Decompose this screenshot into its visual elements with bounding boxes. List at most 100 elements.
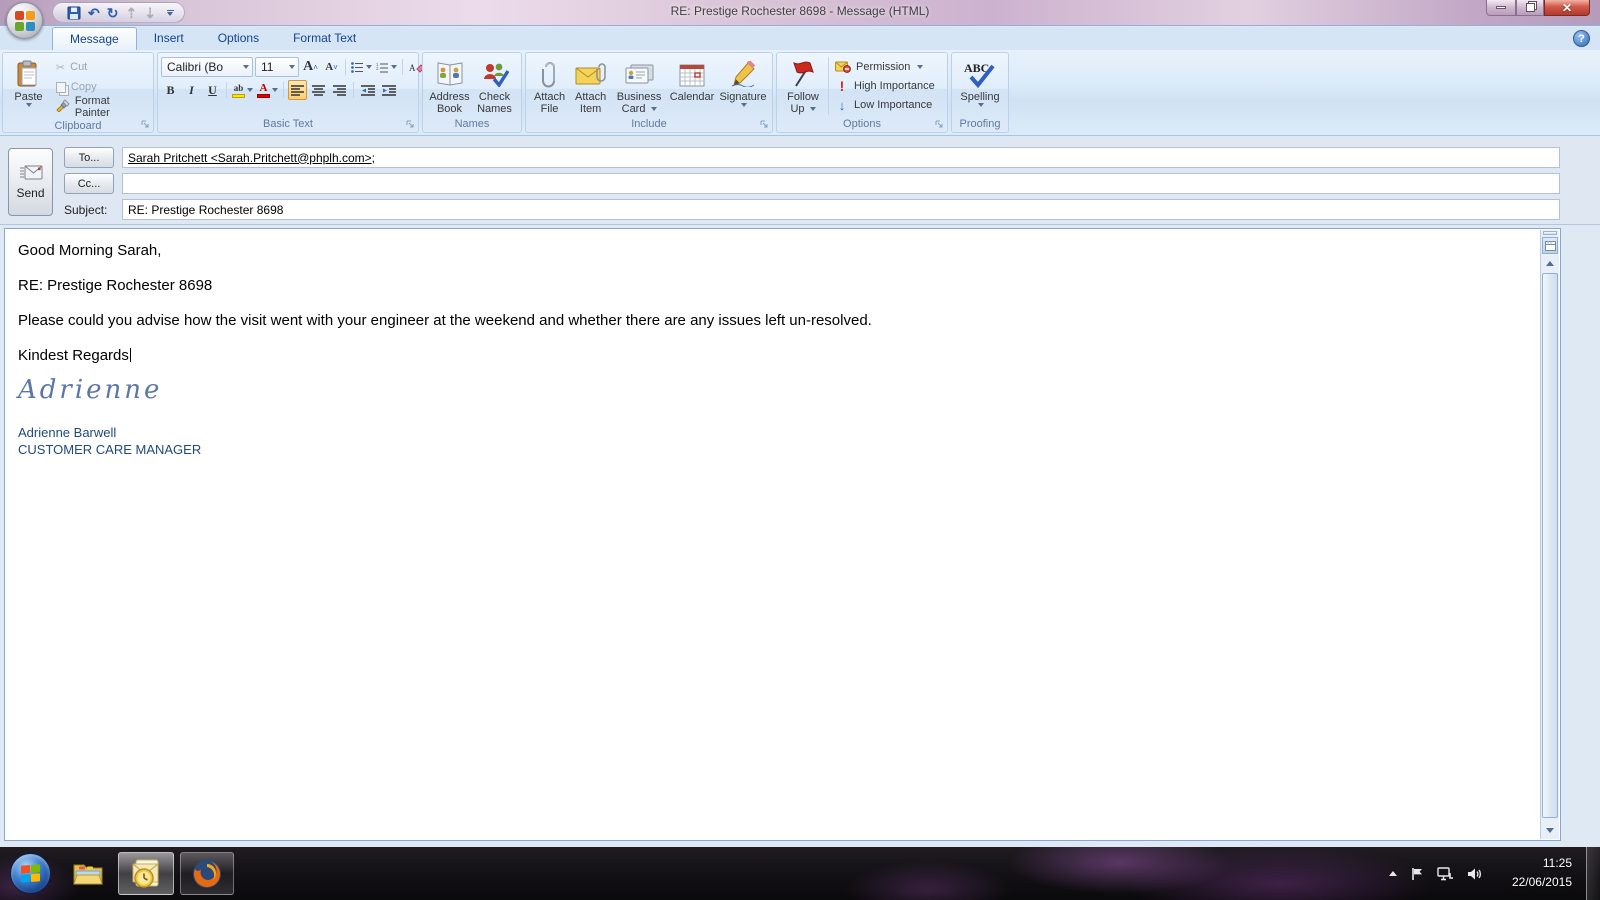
- font-size-combo[interactable]: 11: [255, 57, 299, 77]
- group-label-include: Include: [526, 117, 772, 132]
- scroll-down-icon[interactable]: [1542, 823, 1558, 838]
- ruler-toggle-icon: [1545, 241, 1556, 251]
- taskbar-explorer-button[interactable]: [66, 852, 112, 895]
- scroll-up-icon[interactable]: [1542, 256, 1558, 271]
- body-line-subject: RE: Prestige Rochester 8698: [18, 278, 1520, 293]
- vertical-scrollbar[interactable]: [1540, 230, 1559, 839]
- check-names-button[interactable]: Check Names: [473, 55, 516, 117]
- attach-item-icon: [575, 57, 607, 91]
- clipboard-dialog-launcher-icon[interactable]: [140, 119, 151, 130]
- signature-icon: [730, 57, 756, 91]
- grow-font-button[interactable]: A˄: [301, 57, 320, 77]
- align-left-button[interactable]: [288, 80, 307, 100]
- group-options: Follow Up Permission ! High Importance ↓: [776, 52, 948, 133]
- business-card-icon: [623, 57, 655, 91]
- to-button[interactable]: To...: [64, 147, 114, 168]
- highlight-dropdown-icon: [247, 88, 253, 92]
- include-dialog-launcher-icon[interactable]: [759, 119, 770, 130]
- cc-field[interactable]: [122, 173, 1560, 194]
- close-button[interactable]: ✕: [1544, 0, 1590, 16]
- signature-name: Adrienne Barwell: [18, 424, 1520, 441]
- numbering-icon: 12: [376, 62, 389, 73]
- office-button[interactable]: [6, 2, 43, 39]
- ribbon-tabs: Message Insert Options Format Text: [52, 27, 373, 50]
- tab-message[interactable]: Message: [52, 27, 137, 50]
- tab-insert[interactable]: Insert: [137, 27, 201, 50]
- body-text[interactable]: Good Morning Sarah, RE: Prestige Rochest…: [18, 243, 1520, 458]
- calendar-button[interactable]: Calendar: [667, 55, 717, 117]
- font-color-icon: A: [257, 83, 270, 98]
- minimize-button[interactable]: [1486, 0, 1516, 16]
- group-basic-text: Calibri (Bo 11 A˄ A˅ 12: [157, 52, 419, 133]
- explorer-icon: [72, 860, 106, 888]
- ruler-toggle-button[interactable]: [1542, 237, 1558, 254]
- action-center-flag-icon[interactable]: [1410, 867, 1424, 881]
- spelling-icon: ABC: [963, 57, 997, 91]
- align-center-button[interactable]: [309, 80, 328, 100]
- group-names: Address Book Check Names Names: [422, 52, 522, 133]
- italic-button[interactable]: I: [182, 80, 201, 100]
- message-body[interactable]: Good Morning Sarah, RE: Prestige Rochest…: [4, 228, 1561, 841]
- taskbar-clock[interactable]: 11:25 22/06/2015: [1512, 854, 1572, 892]
- show-desktop-button[interactable]: [1586, 847, 1600, 900]
- spelling-button[interactable]: ABC Spelling: [955, 55, 1005, 117]
- decrease-indent-button[interactable]: [358, 80, 377, 100]
- help-icon[interactable]: ?: [1573, 30, 1590, 47]
- permission-button[interactable]: Permission: [835, 57, 935, 76]
- group-include: Attach File Attach Item Business Card: [525, 52, 773, 133]
- shrink-font-button[interactable]: A˅: [322, 57, 341, 77]
- signature-script: Adrienne: [18, 383, 1520, 398]
- tab-format-text[interactable]: Format Text: [276, 27, 373, 50]
- basic-text-dialog-launcher-icon[interactable]: [405, 119, 416, 130]
- subject-field[interactable]: RE: Prestige Rochester 8698: [122, 199, 1560, 220]
- font-name-combo[interactable]: Calibri (Bo: [161, 57, 253, 77]
- send-button[interactable]: Send: [8, 148, 53, 216]
- business-card-button[interactable]: Business Card: [611, 55, 667, 117]
- underline-button[interactable]: U: [203, 80, 222, 100]
- taskbar-firefox-button[interactable]: [180, 852, 234, 895]
- start-button[interactable]: [10, 853, 51, 894]
- group-label-options: Options: [777, 117, 947, 132]
- paste-dropdown-icon: [26, 103, 32, 107]
- format-painter-button[interactable]: Format Painter: [53, 97, 148, 117]
- high-importance-button[interactable]: ! High Importance: [835, 76, 935, 95]
- office-logo-icon: [15, 11, 35, 31]
- text-cursor: [130, 348, 131, 362]
- numbering-button[interactable]: 12: [375, 57, 398, 77]
- bullets-button[interactable]: [350, 57, 373, 77]
- signature-button[interactable]: Signature: [717, 55, 769, 117]
- font-name-dropdown-icon: [243, 65, 249, 69]
- bold-button[interactable]: B: [161, 80, 180, 100]
- address-book-icon: [436, 57, 464, 91]
- increase-indent-button[interactable]: [379, 80, 398, 100]
- outlook-message-window: ↶ ↻ ⇡ ⇣ RE: Prestige Rochester 8698 - Me…: [0, 0, 1600, 900]
- font-color-button[interactable]: A: [256, 80, 279, 100]
- to-field[interactable]: Sarah Pritchett <Sarah.Pritchett@phplh.c…: [122, 147, 1560, 168]
- highlight-button[interactable]: ab: [231, 80, 254, 100]
- cc-button[interactable]: Cc...: [64, 173, 114, 194]
- attach-item-button[interactable]: Attach Item: [570, 55, 611, 117]
- options-dialog-launcher-icon[interactable]: [934, 119, 945, 130]
- align-right-button[interactable]: [330, 80, 349, 100]
- low-importance-button[interactable]: ↓ Low Importance: [835, 96, 935, 115]
- copy-button: Copy: [53, 77, 148, 97]
- taskbar-outlook-button[interactable]: [118, 852, 174, 895]
- volume-icon[interactable]: [1467, 867, 1482, 881]
- signature-dropdown-icon: [741, 103, 747, 107]
- tab-options[interactable]: Options: [201, 27, 276, 50]
- scrollbar-thumb[interactable]: [1542, 273, 1558, 818]
- numbering-dropdown-icon: [391, 65, 397, 69]
- address-book-button[interactable]: Address Book: [426, 55, 473, 117]
- split-handle[interactable]: [1543, 231, 1557, 235]
- network-icon[interactable]: [1437, 867, 1454, 881]
- format-painter-icon: [56, 99, 70, 115]
- paste-button[interactable]: Paste: [6, 55, 51, 119]
- restore-icon: [1526, 3, 1535, 12]
- attach-file-button[interactable]: Attach File: [529, 55, 570, 117]
- show-hidden-icons-icon[interactable]: [1389, 871, 1397, 876]
- follow-up-button[interactable]: Follow Up: [780, 55, 826, 117]
- close-icon: ✕: [1562, 1, 1572, 15]
- restore-button[interactable]: [1516, 0, 1544, 16]
- align-left-icon: [291, 85, 304, 96]
- follow-up-flag-icon: [790, 57, 816, 91]
